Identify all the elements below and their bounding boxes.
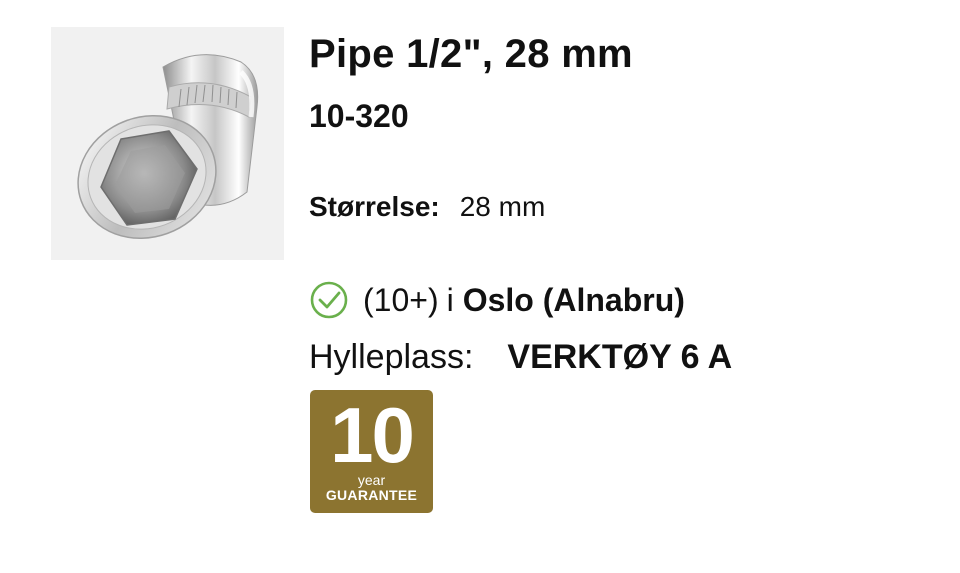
- guarantee-word: GUARANTEE: [325, 487, 418, 503]
- stock-quantity: (10+): [363, 281, 439, 318]
- product-sku: 10-320: [309, 98, 409, 134]
- stock-in-word: i: [446, 281, 454, 318]
- shelf-value: VERKTØY 6 A: [507, 338, 733, 376]
- size-row: Størrelse: 28 mm: [309, 191, 545, 223]
- shelf-label: Hylleplass:: [309, 338, 474, 376]
- guarantee-number: 10: [330, 391, 415, 479]
- guarantee-unit: year: [357, 472, 386, 488]
- product-image[interactable]: [51, 27, 284, 260]
- product-title: Pipe 1/2", 28 mm: [309, 32, 633, 76]
- guarantee-badge: 10 year GUARANTEE: [310, 390, 433, 513]
- size-value: 28 mm: [459, 191, 546, 222]
- stock-location: Oslo (Alnabru): [462, 281, 685, 318]
- shelf-row: Hylleplass: VERKTØY 6 A: [309, 338, 732, 377]
- socket-wrench-image: [77, 54, 259, 240]
- stock-status: (10+) i Oslo (Alnabru): [309, 280, 685, 320]
- check-circle-icon: [310, 281, 348, 319]
- size-label: Størrelse:: [309, 191, 440, 222]
